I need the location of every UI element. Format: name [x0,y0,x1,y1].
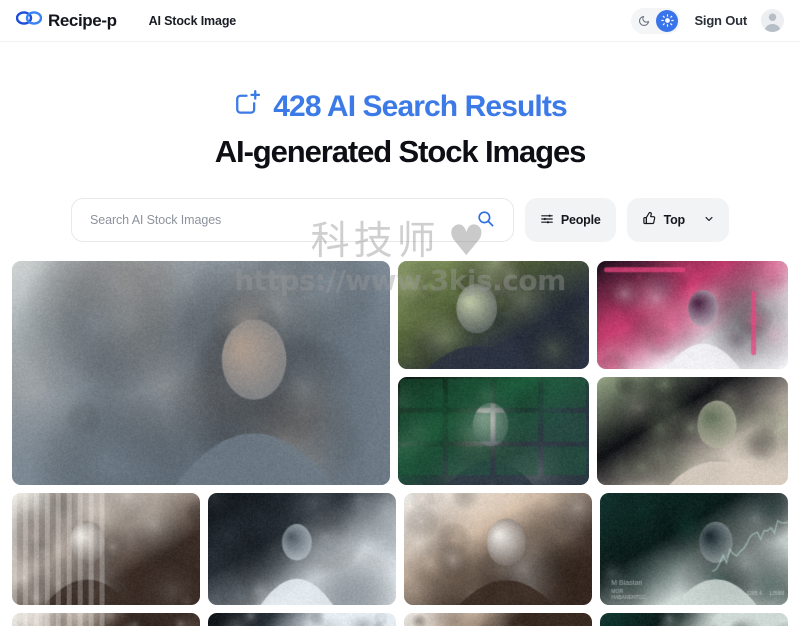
filter-top[interactable]: Top [627,198,729,242]
brand-name: Recipe-p [48,11,117,31]
tile-businessman-market-chart[interactable] [600,493,788,605]
tile-control-room-engineers[interactable] [398,377,589,485]
brand-logo[interactable]: Recipe-p [16,11,117,31]
image-plus-sparkle-icon [233,88,262,125]
tile-next-row-3[interactable] [404,613,592,626]
filter-people-label: People [561,213,601,227]
gallery-row-1 [12,261,788,485]
search-icon [476,209,495,231]
search-box[interactable] [71,198,514,242]
sign-out-button[interactable]: Sign Out [694,13,747,28]
search-submit-button[interactable] [473,207,499,233]
tile-elderly-man-eating[interactable] [12,261,390,485]
gallery-row-2 [12,493,788,605]
tile-next-row-2[interactable] [208,613,396,626]
hero-section: 428 AI Search Results AI-generated Stock… [0,42,800,242]
gallery-col-mid [398,261,589,485]
filter-top-label: Top [664,213,685,227]
moon-icon[interactable] [633,10,655,32]
user-avatar-icon[interactable] [761,9,784,32]
results-headline: 428 AI Search Results [0,88,800,125]
results-headline-text: 428 AI Search Results [273,90,566,124]
sun-icon[interactable] [656,10,678,32]
sliders-icon [540,212,554,229]
main-nav: AI Stock Image [149,14,237,28]
tile-factory-worker-laptop[interactable] [208,493,396,605]
app-header: Recipe-p AI Stock Image Sign Out [0,0,800,42]
header-actions: Sign Out [631,8,784,34]
tile-woman-curtain-portrait[interactable] [12,493,200,605]
search-input[interactable] [90,213,473,227]
nav-ai-stock-image[interactable]: AI Stock Image [149,14,237,28]
image-gallery [0,261,800,626]
tile-next-row-1[interactable] [12,613,200,626]
tile-woman-phone-field[interactable] [597,377,788,485]
gallery-row-3-partial [12,613,788,626]
tile-woman-studio-headshot[interactable] [404,493,592,605]
tile-next-row-4[interactable] [600,613,788,626]
chevron-down-icon [704,213,714,227]
theme-toggle[interactable] [631,8,680,34]
search-row: People Top [0,198,800,242]
thumbs-up-icon [642,211,657,229]
tile-businessman-garden[interactable] [398,261,589,369]
tile-vr-headset-woman[interactable] [597,261,788,369]
filter-people[interactable]: People [525,198,616,242]
page-title: AI-generated Stock Images [0,134,800,170]
gallery-col-right [597,261,788,485]
two-circles-logo-icon [16,11,42,30]
